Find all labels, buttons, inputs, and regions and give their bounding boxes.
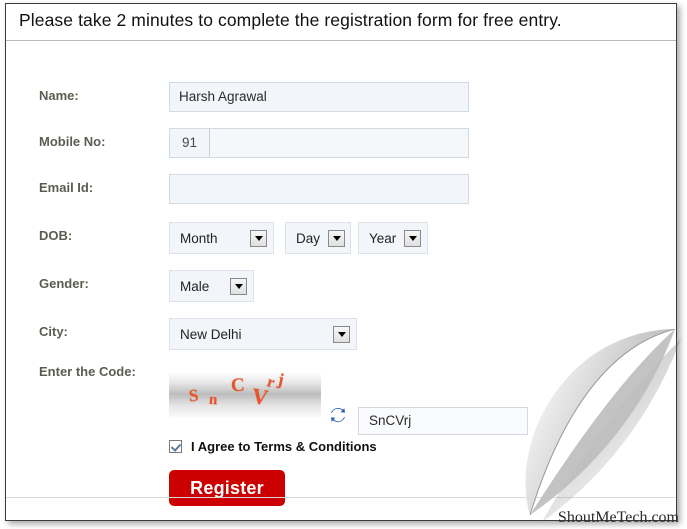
chevron-down-icon [250,229,267,247]
city-value: New Delhi [180,326,242,342]
form-row-mobile: Mobile No: 91 [6,128,676,174]
header-banner: Please take 2 minutes to complete the re… [6,4,676,41]
city-label: City: [39,324,68,339]
dob-month-value: Month [180,230,218,246]
form-row-captcha: Enter the Code: S n C V r j SnCVrj [6,362,676,435]
registration-form-card: Please take 2 minutes to complete the re… [5,3,677,521]
captcha-input[interactable]: SnCVrj [358,407,528,435]
dob-day-select[interactable]: Day [285,222,351,254]
email-input[interactable] [169,174,469,204]
agree-terms-row[interactable]: I Agree to Terms & Conditions [169,439,377,454]
captcha-label: Enter the Code: [39,364,136,379]
mobile-label: Mobile No: [39,134,106,149]
captcha-char: n [208,391,218,409]
chevron-down-icon [230,277,247,295]
form-row-gender: Gender: Male [6,270,676,316]
city-select[interactable]: New Delhi [169,318,357,350]
agree-terms-label: I Agree to Terms & Conditions [191,439,377,454]
form-row-name: Name: Harsh Agrawal [6,82,676,128]
captcha-char: C [230,374,246,397]
form-row-city: City: New Delhi [6,318,676,364]
dob-year-value: Year [369,230,397,246]
dob-label: DOB: [39,228,73,243]
mobile-input-group: 91 [169,128,469,158]
screenshot-root: Please take 2 minutes to complete the re… [0,0,687,529]
captcha-char: j [276,372,286,390]
bottom-divider [6,497,676,498]
mobile-number-input[interactable] [210,129,468,157]
name-label: Name: [39,88,79,103]
watermark-text: ShoutMeTech.com [557,509,679,526]
chevron-down-icon [404,229,422,247]
agree-terms-checkbox[interactable] [169,440,182,453]
name-input[interactable]: Harsh Agrawal [169,82,469,112]
gender-select[interactable]: Male [169,270,254,302]
email-label: Email Id: [39,180,94,195]
dob-year-select[interactable]: Year [358,222,428,254]
header-instruction-text: Please take 2 minutes to complete the re… [19,10,562,30]
dob-day-value: Day [296,230,321,246]
chevron-down-icon [333,325,350,343]
form-row-dob: DOB: Month Day Year [6,222,676,268]
form-row-email: Email Id: [6,174,676,220]
refresh-icon[interactable] [328,405,348,425]
register-button[interactable]: Register [169,470,285,506]
gender-value: Male [180,278,210,294]
chevron-down-icon [328,229,346,247]
captcha-char: S [187,385,200,406]
mobile-country-code: 91 [170,129,210,157]
captcha-image: S n C V r j [169,372,321,418]
dob-month-select[interactable]: Month [169,222,274,254]
gender-label: Gender: [39,276,89,291]
captcha-char: r [264,373,277,392]
